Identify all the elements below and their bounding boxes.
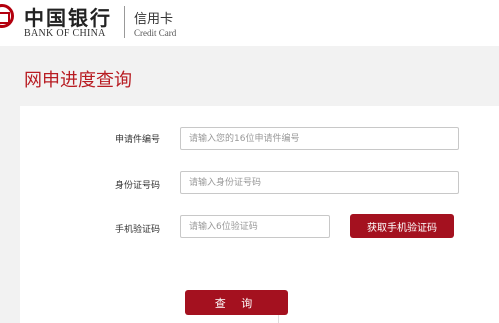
bank-logo-icon bbox=[0, 4, 14, 28]
application-number-label: 申请件编号 bbox=[114, 135, 160, 145]
brand-name-cn: 中国银行 bbox=[24, 6, 112, 30]
product-name-en: Credit Card bbox=[134, 28, 177, 38]
product-name-cn: 信用卡 bbox=[134, 12, 174, 27]
sms-code-label: 手机验证码 bbox=[114, 225, 160, 235]
get-sms-code-button[interactable]: 获取手机验证码 bbox=[350, 214, 454, 238]
id-number-label: 身份证号码 bbox=[114, 181, 160, 191]
brand-name-en: BANK OF CHINA bbox=[24, 28, 106, 39]
page-title: 网申进度查询 bbox=[24, 70, 132, 91]
query-button[interactable]: 查 询 bbox=[185, 290, 288, 315]
application-number-input[interactable] bbox=[180, 127, 459, 150]
id-number-input[interactable] bbox=[180, 171, 459, 194]
sms-code-input[interactable] bbox=[180, 215, 330, 238]
header-divider bbox=[124, 6, 125, 38]
header: 中国银行 BANK OF CHINA 信用卡 Credit Card bbox=[0, 0, 499, 46]
